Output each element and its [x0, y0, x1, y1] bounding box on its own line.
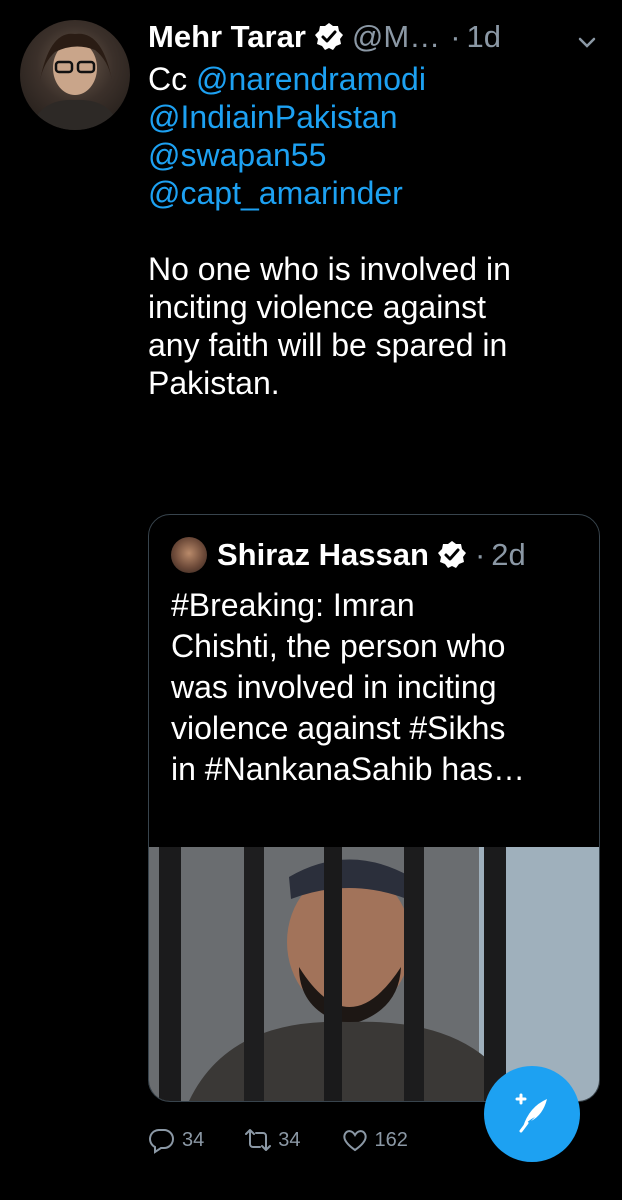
tweet-body-line: No one who is involved in — [148, 251, 511, 287]
reply-icon — [149, 1128, 174, 1154]
chevron-down-icon[interactable] — [576, 26, 598, 48]
retweet-button[interactable]: 34 — [244, 1126, 301, 1154]
quoted-tweet-timestamp: 2d — [491, 537, 526, 572]
quoted-tweet-image[interactable] — [149, 847, 599, 1101]
quoted-tweet-header: Shiraz Hassan · 2d — [171, 535, 585, 575]
author-avatar[interactable] — [20, 20, 130, 130]
quoted-text-line: Chishti, the person who — [171, 628, 506, 664]
tweet-header: Mehr Tarar @M… · 1d — [148, 14, 598, 60]
quoted-text-line: was involved in inciting — [171, 669, 497, 705]
quoted-text-line: in #NankanaSahib has… — [171, 751, 526, 787]
tweet-body-line: any faith will be spared in — [148, 327, 508, 363]
mentions-intro: Cc — [148, 61, 188, 97]
tweet-timestamp[interactable]: 1d — [467, 19, 501, 55]
verified-badge-icon — [437, 540, 467, 570]
quoted-tweet-card[interactable]: Shiraz Hassan · 2d #Breaking: Imran Chis… — [148, 514, 600, 1102]
mention-link[interactable]: @capt_amarinder — [148, 174, 598, 212]
compose-tweet-icon — [515, 1093, 547, 1133]
separator-dot: · — [450, 19, 461, 54]
quoted-text-line: violence against #Sikhs — [171, 710, 506, 746]
mentions-line: Cc @narendramodi — [148, 60, 598, 98]
quoted-text-line: #Breaking: Imran — [171, 587, 415, 623]
retweet-count: 34 — [278, 1128, 301, 1151]
like-count: 162 — [374, 1128, 408, 1151]
reply-count: 34 — [182, 1128, 205, 1151]
mention-link[interactable]: @narendramodi — [196, 61, 426, 97]
verified-badge-icon — [314, 22, 344, 52]
tweet-body-line: Pakistan. — [148, 365, 280, 401]
tweet-text: Cc @narendramodi @IndiainPakistan @swapa… — [148, 60, 598, 402]
reply-button[interactable]: 34 — [148, 1126, 204, 1154]
retweet-icon — [245, 1129, 272, 1151]
tweet-body-line: inciting violence against — [148, 289, 486, 325]
tweet-paragraph: No one who is involved in inciting viole… — [148, 250, 598, 402]
author-handle[interactable]: @M… — [352, 19, 440, 55]
like-button[interactable]: 162 — [341, 1126, 408, 1154]
author-name[interactable]: Mehr Tarar — [148, 19, 306, 55]
separator-dot: · — [474, 537, 486, 572]
mention-link[interactable]: @IndiainPakistan — [148, 98, 598, 136]
quoted-author-avatar — [171, 537, 207, 573]
heart-icon — [342, 1130, 367, 1152]
quoted-tweet-text: #Breaking: Imran Chishti, the person who… — [171, 585, 585, 790]
mention-link[interactable]: @swapan55 — [148, 136, 598, 174]
quoted-author-name: Shiraz Hassan — [217, 537, 429, 572]
compose-tweet-button[interactable] — [484, 1066, 580, 1162]
tweet-actions: 34 34 162 — [148, 1120, 478, 1160]
